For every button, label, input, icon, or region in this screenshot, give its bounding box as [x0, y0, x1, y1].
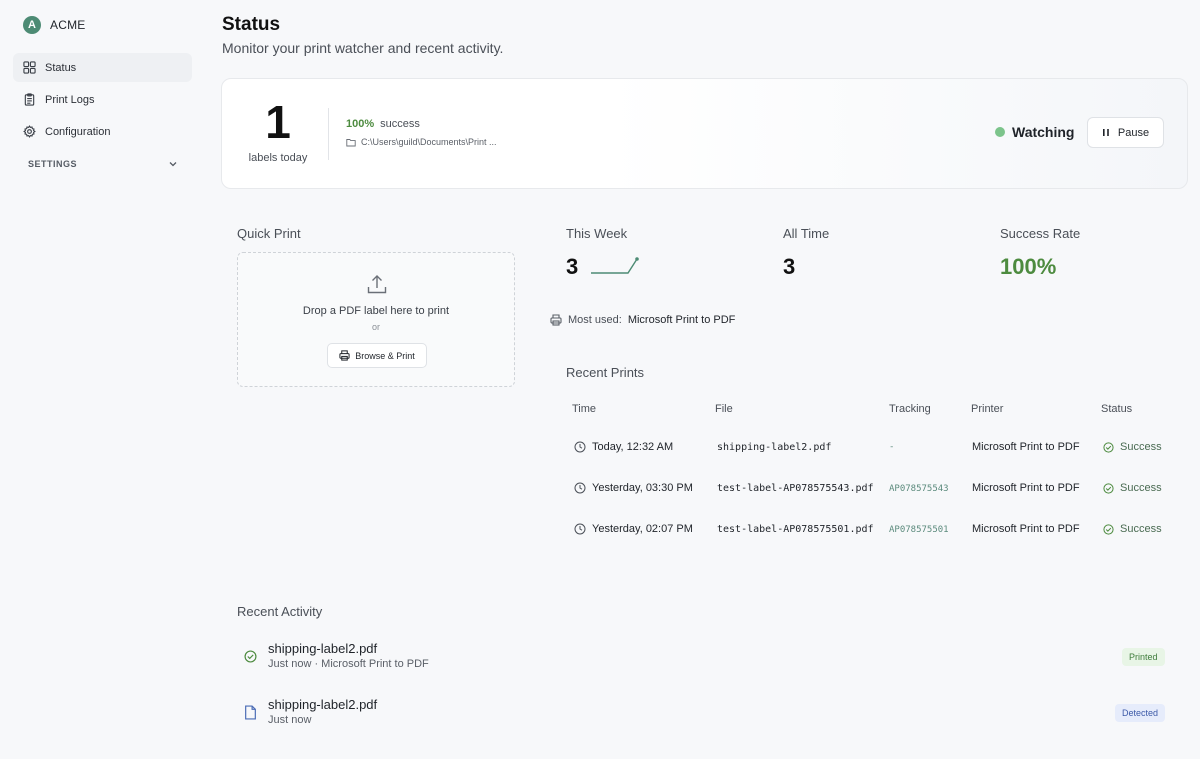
- status-badge: Printed: [1122, 648, 1165, 666]
- success-summary: 100% success: [346, 118, 420, 130]
- watcher-status: Watching: [995, 124, 1074, 140]
- this-week-sparkline: [591, 257, 639, 274]
- time-cell: Yesterday, 02:07 PM: [574, 523, 693, 535]
- brand[interactable]: A ACME: [23, 16, 85, 34]
- activity-file: shipping-label2.pdf: [268, 641, 378, 656]
- printer-icon: [550, 314, 562, 326]
- clipboard-icon: [24, 93, 35, 106]
- browse-print-button[interactable]: Browse & Print: [327, 343, 427, 368]
- most-used-printer: Most used: Microsoft Print to PDF: [550, 314, 735, 326]
- this-week-label: This Week: [566, 226, 628, 241]
- printer-cell: Microsoft Print to PDF: [972, 441, 1080, 453]
- all-time-value: 3: [783, 254, 796, 279]
- check-circle-icon: [244, 650, 257, 663]
- status-cell: Success: [1103, 523, 1162, 535]
- this-week-value: 3: [566, 254, 579, 279]
- tracking-cell: -: [889, 442, 895, 452]
- sidebar-item-print-logs[interactable]: Print Logs: [13, 85, 192, 114]
- check-circle-icon: [1103, 523, 1114, 535]
- gear-icon: [23, 125, 36, 138]
- recent-activity-title: Recent Activity: [237, 604, 323, 619]
- clock-icon: [574, 523, 586, 535]
- brand-name: ACME: [50, 18, 86, 32]
- status-value: Success: [1120, 523, 1162, 535]
- time-value: Yesterday, 03:30 PM: [592, 482, 693, 494]
- file-cell: test-label-AP078575501.pdf: [717, 524, 874, 535]
- upload-icon: [367, 275, 387, 294]
- pause-icon: [1102, 129, 1109, 136]
- column-header-file: File: [715, 403, 733, 415]
- pause-button-label: Pause: [1117, 126, 1150, 139]
- settings-section-toggle[interactable]: SETTINGS: [28, 159, 178, 169]
- chevron-down-icon: [169, 162, 177, 167]
- labels-today-count: 1: [265, 96, 291, 148]
- grid-icon: [23, 61, 36, 74]
- printer-icon: [339, 350, 350, 361]
- column-header-printer: Printer: [971, 403, 1004, 415]
- printer-cell: Microsoft Print to PDF: [972, 482, 1080, 494]
- status-value: Success: [1120, 482, 1162, 494]
- tracking-cell: AP078575501: [889, 525, 949, 535]
- file-cell: shipping-label2.pdf: [717, 442, 832, 453]
- activity-meta: Just now: [268, 714, 312, 726]
- dropzone-or: or: [371, 322, 380, 332]
- quick-print-title: Quick Print: [237, 226, 301, 241]
- success-percent: 100%: [346, 118, 375, 130]
- success-rate-value: 100%: [1000, 254, 1057, 279]
- activity-file: shipping-label2.pdf: [268, 697, 378, 712]
- pdf-dropzone[interactable]: Drop a PDF label here to print or Browse…: [237, 252, 515, 387]
- watcher-status-label: Watching: [1012, 124, 1075, 140]
- labels-today-label: labels today: [248, 152, 308, 164]
- tracking-cell: AP078575543: [889, 484, 949, 494]
- file-cell: test-label-AP078575543.pdf: [717, 483, 874, 494]
- page-title: Status: [222, 14, 281, 35]
- sidebar-item-status[interactable]: Status: [13, 53, 192, 82]
- file-icon: [245, 705, 256, 720]
- sidebar-item-label: Configuration: [45, 125, 111, 138]
- sidebar-item-label: Status: [45, 61, 77, 74]
- brand-logo: A: [23, 16, 41, 34]
- watch-path-text: C:\Users\guild\Documents\Print ...: [361, 137, 497, 147]
- watch-folder-path: C:\Users\guild\Documents\Print ...: [346, 137, 497, 147]
- check-circle-icon: [1103, 482, 1114, 494]
- check-circle-icon: [1103, 441, 1114, 453]
- watcher-summary-card: 1 labels today 100% success C:\Users\guil…: [221, 78, 1188, 189]
- status-cell: Success: [1103, 441, 1162, 453]
- time-value: Yesterday, 02:07 PM: [592, 523, 693, 535]
- browse-print-label: Browse & Print: [355, 350, 415, 361]
- time-cell: Today, 12:32 AM: [574, 441, 673, 453]
- status-value: Success: [1120, 441, 1162, 453]
- most-used-value: Microsoft Print to PDF: [627, 314, 736, 326]
- time-value: Today, 12:32 AM: [592, 441, 674, 453]
- activity-meta: Just now · Microsoft Print to PDF: [268, 658, 429, 670]
- dropzone-text: Drop a PDF label here to print: [302, 305, 450, 317]
- all-time-label: All Time: [783, 226, 830, 241]
- folder-icon: [346, 138, 356, 146]
- sidebar: A ACME Status Print Logs Configuration S…: [0, 0, 205, 759]
- pause-button[interactable]: Pause: [1087, 117, 1164, 148]
- status-dot-icon: [995, 127, 1005, 137]
- column-header-tracking: Tracking: [889, 403, 931, 415]
- status-cell: Success: [1103, 482, 1162, 494]
- success-rate-label: Success Rate: [1000, 226, 1081, 241]
- status-badge: Detected: [1115, 704, 1166, 722]
- divider: [328, 108, 329, 160]
- time-cell: Yesterday, 03:30 PM: [574, 482, 693, 494]
- column-header-time: Time: [572, 403, 597, 415]
- printer-cell: Microsoft Print to PDF: [972, 523, 1080, 535]
- column-header-status: Status: [1101, 403, 1133, 415]
- page-subtitle: Monitor your print watcher and recent ac…: [222, 40, 504, 56]
- settings-label: SETTINGS: [28, 159, 78, 169]
- recent-prints-title: Recent Prints: [566, 365, 645, 380]
- sidebar-item-label: Print Logs: [45, 93, 95, 106]
- most-used-label: Most used:: [568, 314, 622, 326]
- success-label: success: [380, 118, 420, 130]
- sidebar-item-configuration[interactable]: Configuration: [13, 117, 192, 146]
- clock-icon: [574, 441, 586, 453]
- clock-icon: [574, 482, 586, 494]
